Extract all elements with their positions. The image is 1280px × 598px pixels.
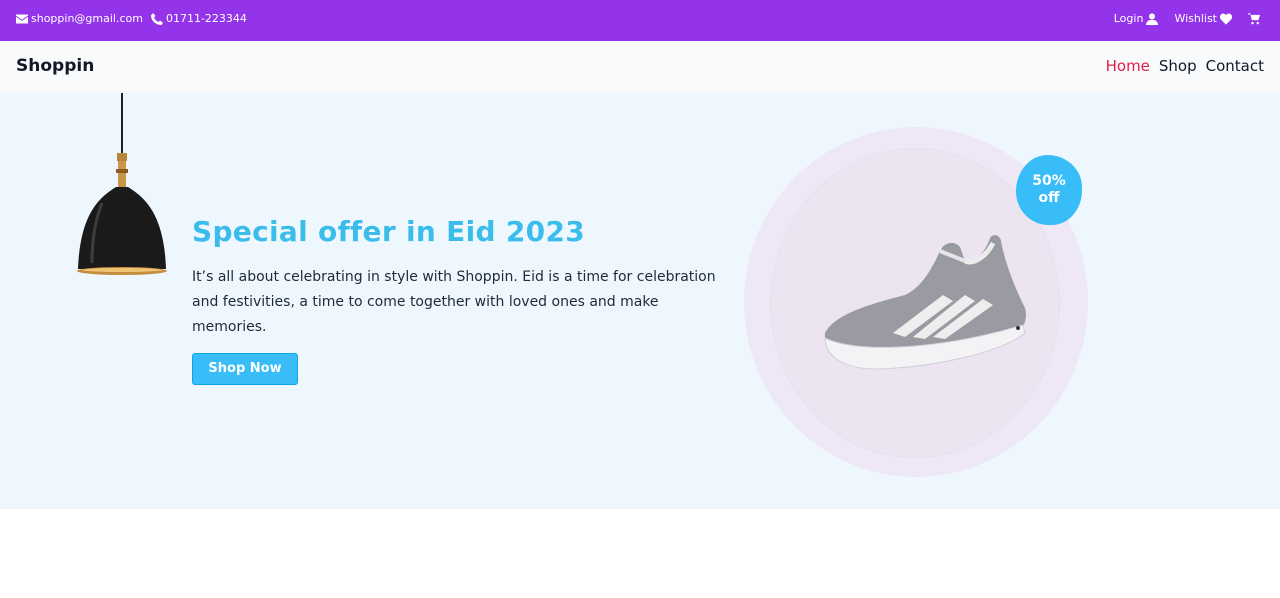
badge-percent: 50% — [1032, 173, 1066, 189]
hero-title: Special offer in Eid 2023 — [192, 215, 586, 248]
main-navbar: Shoppin Home Shop Contact — [0, 41, 1280, 93]
top-bar: shoppin@gmail.com 01711-223344 Login Wis… — [0, 0, 1280, 41]
login-label: Login — [1113, 12, 1144, 25]
heart-icon — [1220, 13, 1232, 25]
cart-link[interactable] — [1248, 12, 1260, 25]
sneaker-image — [824, 235, 1026, 370]
email-link[interactable]: shoppin@gmail.com — [16, 12, 143, 25]
phone-link[interactable]: 01711-223344 — [150, 12, 247, 25]
brand-logo[interactable]: Shoppin — [16, 56, 94, 76]
login-link[interactable]: Login — [1114, 12, 1159, 25]
phone-icon — [150, 12, 163, 25]
contact-info: shoppin@gmail.com 01711-223344 — [16, 12, 247, 25]
nav-links: Home Shop Contact — [1106, 57, 1264, 75]
email-text: shoppin@gmail.com — [31, 12, 143, 25]
phone-text: 01711-223344 — [165, 12, 247, 25]
wishlist-link[interactable]: Wishlist — [1174, 12, 1232, 25]
shop-now-button[interactable]: Shop Now — [192, 353, 298, 385]
hero-description: It’s all about celebrating in style with… — [192, 269, 716, 335]
discount-badge: 50% off — [1016, 155, 1082, 225]
wishlist-label: Wishlist — [1174, 12, 1217, 25]
envelope-icon — [16, 14, 28, 23]
cart-icon — [1248, 12, 1260, 24]
nav-contact[interactable]: Contact — [1206, 57, 1264, 75]
nav-home[interactable]: Home — [1106, 57, 1150, 75]
badge-off: off — [1038, 190, 1060, 206]
account-links: Login Wishlist — [1114, 12, 1260, 25]
hero-banner: Special offer in Eid 2023 It’s all about… — [0, 93, 1280, 509]
hero-content: Special offer in Eid 2023 It’s all about… — [192, 215, 732, 385]
user-icon — [1146, 12, 1159, 25]
pendant-lamp-image — [77, 93, 167, 275]
nav-shop[interactable]: Shop — [1159, 57, 1197, 75]
